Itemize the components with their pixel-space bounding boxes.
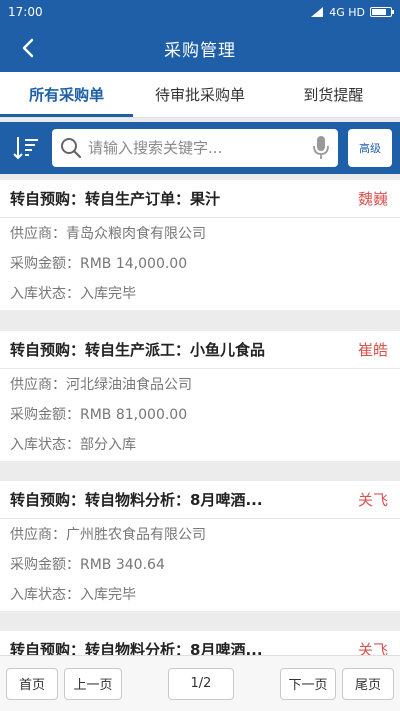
back-button[interactable] <box>12 32 44 64</box>
status-time: 17:00 <box>8 5 43 19</box>
order-title: 转自预购：转自生产订单：果汁 <box>10 190 221 208</box>
tab-all-orders[interactable]: 所有采购单 <box>0 72 134 117</box>
next-page-button[interactable]: 下一页 <box>280 667 336 700</box>
order-card-header: 转自预购：转自生产派工：小鱼儿食品 崔皓 <box>0 331 400 369</box>
chevron-left-icon <box>22 38 34 58</box>
order-card[interactable]: 转自预购：转自生产派工：小鱼儿食品 崔皓 供应商：河北绿油油食品公司 采购金额：… <box>0 331 400 461</box>
order-supplier: 供应商：青岛众粮肉食有限公司 <box>10 226 206 242</box>
order-card[interactable]: 转自预购：转自物料分析：8月啤酒... 关飞 供应商：广州胜农食品有限公司 采购… <box>0 481 400 611</box>
sort-button[interactable] <box>8 130 44 166</box>
order-card[interactable]: 转自预购：转自生产订单：果汁 魏巍 供应商：青岛众粮肉食有限公司 采购金额：RM… <box>0 180 400 310</box>
status-bar: 17:00 4G HD <box>0 0 400 24</box>
order-card-header: 转自预购：转自物料分析：8月啤酒... 关飞 <box>0 481 400 519</box>
order-owner: 崔皓 <box>357 341 388 359</box>
advanced-search-button[interactable]: 高级 <box>348 129 392 167</box>
order-supplier: 供应商：广州胜农食品有限公司 <box>10 527 206 543</box>
prev-page-button[interactable]: 上一页 <box>64 667 122 700</box>
order-status: 入库状态：入库完毕 <box>10 587 136 603</box>
sort-icon <box>13 137 38 160</box>
signal-icon <box>311 7 324 17</box>
order-owner: 关飞 <box>357 491 388 509</box>
order-owner: 魏巍 <box>357 190 388 208</box>
microphone-icon[interactable] <box>312 135 330 161</box>
search-bar: 高级 <box>0 122 400 174</box>
pagination-bar: 首页 上一页 1/2 下一页 尾页 <box>0 655 400 711</box>
search-input[interactable] <box>82 139 312 157</box>
first-page-button[interactable]: 首页 <box>6 667 58 700</box>
search-box <box>52 129 338 167</box>
last-page-button[interactable]: 尾页 <box>342 667 394 700</box>
battery-level <box>372 9 387 15</box>
page-title: 采购管理 <box>164 40 236 61</box>
search-icon <box>61 138 82 159</box>
order-title: 转自预购：转自物料分析：8月啤酒... <box>10 491 263 509</box>
order-amount: 采购金额：RMB 14,000.00 <box>10 256 188 272</box>
order-supplier: 供应商：河北绿油油食品公司 <box>10 377 192 393</box>
order-title: 转自预购：转自生产派工：小鱼儿食品 <box>10 341 266 359</box>
status-indicators: 4G HD <box>310 5 394 19</box>
order-amount: 采购金额：RMB 81,000.00 <box>10 407 188 423</box>
order-status: 入库状态：入库完毕 <box>10 286 136 302</box>
tab-pending-approval[interactable]: 待审批采购单 <box>133 72 266 117</box>
app-header: 采购管理 <box>0 24 400 72</box>
order-status: 入库状态：部分入库 <box>10 437 136 453</box>
tab-bar: 所有采购单 待审批采购单 到货提醒 <box>0 72 400 118</box>
network-label: 4G HD <box>329 5 365 19</box>
tab-arrival-reminder[interactable]: 到货提醒 <box>267 72 400 117</box>
page-indicator[interactable]: 1/2 <box>168 667 234 700</box>
battery-icon <box>370 7 394 17</box>
order-amount: 采购金额：RMB 340.64 <box>10 557 165 573</box>
order-card-header: 转自预购：转自生产订单：果汁 魏巍 <box>0 180 400 218</box>
